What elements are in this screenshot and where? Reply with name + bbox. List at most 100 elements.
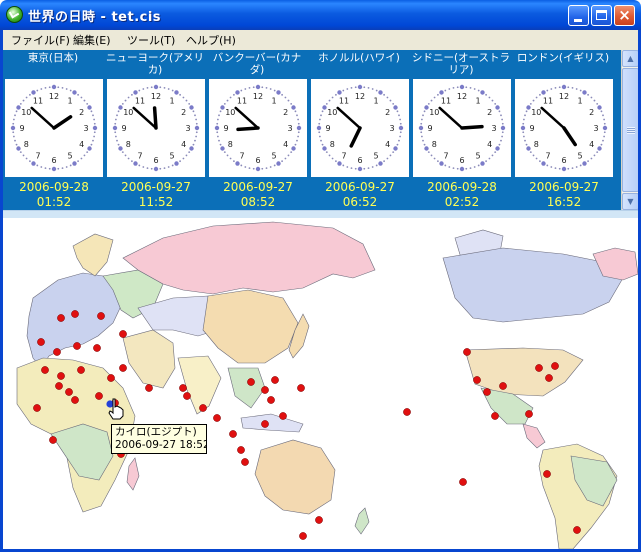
city-marker[interactable]: [183, 392, 191, 400]
city-marker[interactable]: [535, 364, 543, 372]
clock-cell[interactable]: 東京(日本) 1 2 3 4 5 6 7 8 9 10 11 12 2006-09-28 01:52: [3, 50, 103, 210]
clock-date: 2006-09-27: [223, 180, 293, 194]
city-marker[interactable]: [297, 384, 305, 392]
svg-text:12: 12: [559, 92, 569, 101]
svg-text:10: 10: [225, 108, 235, 117]
scroll-up-button[interactable]: ▲: [622, 50, 639, 67]
city-marker[interactable]: [229, 430, 237, 438]
city-marker[interactable]: [41, 366, 49, 374]
clock-cell[interactable]: ニューヨーク(アメリカ) 1 2 3 4 5 6 7 8 9 10 11 12 2006-09-27 11:…: [105, 50, 205, 210]
city-marker[interactable]: [491, 412, 499, 420]
svg-text:7: 7: [545, 152, 550, 161]
minimize-button[interactable]: [568, 5, 589, 26]
city-marker[interactable]: [49, 436, 57, 444]
city-marker[interactable]: [473, 376, 481, 384]
clock-panel-scrollbar[interactable]: ▲ ▼: [621, 50, 639, 210]
clock-cell[interactable]: ロンドン(イギリス) 1 2 3 4 5 6 7 8 9 10 11 12 2006-09-27 16:52: [513, 50, 613, 210]
svg-text:4: 4: [589, 140, 594, 149]
clock-cell[interactable]: シドニー(オーストラリア) 1 2 3 4 5 6 7 8 9 10 11 12 2006-09-28 02…: [411, 50, 511, 210]
city-marker[interactable]: [403, 408, 411, 416]
svg-text:6: 6: [153, 156, 158, 165]
svg-text:3: 3: [389, 124, 394, 133]
city-marker[interactable]: [463, 348, 471, 356]
city-marker[interactable]: [95, 392, 103, 400]
svg-text:10: 10: [21, 108, 31, 117]
city-marker[interactable]: [57, 372, 65, 380]
app-globe-icon[interactable]: [6, 6, 23, 23]
hand-cursor-icon: [108, 398, 124, 420]
city-marker[interactable]: [119, 330, 127, 338]
city-marker[interactable]: [37, 338, 45, 346]
svg-text:8: 8: [126, 140, 131, 149]
city-marker[interactable]: [545, 374, 553, 382]
svg-text:7: 7: [443, 152, 448, 161]
city-marker[interactable]: [77, 366, 85, 374]
window-frame-left: [0, 30, 3, 552]
city-marker[interactable]: [119, 364, 127, 372]
svg-text:1: 1: [271, 96, 276, 105]
city-marker[interactable]: [525, 410, 533, 418]
city-marker[interactable]: [267, 396, 275, 404]
close-button[interactable]: ×: [614, 5, 635, 26]
city-marker[interactable]: [237, 446, 245, 454]
map-region-china: [202, 289, 299, 364]
city-marker[interactable]: [107, 374, 115, 382]
scroll-thumb[interactable]: [622, 68, 639, 192]
city-marker[interactable]: [97, 312, 105, 320]
city-marker[interactable]: [57, 314, 65, 322]
world-map-canvas[interactable]: [3, 218, 638, 549]
menu-edit[interactable]: 編集(E): [73, 32, 111, 48]
city-marker[interactable]: [483, 388, 491, 396]
svg-text:8: 8: [534, 140, 539, 149]
city-marker[interactable]: [279, 412, 287, 420]
city-marker[interactable]: [299, 532, 307, 540]
city-marker[interactable]: [71, 310, 79, 318]
city-marker[interactable]: [261, 420, 269, 428]
title-bar[interactable]: 世界の日時 - tet.cis ×: [0, 0, 641, 30]
svg-text:10: 10: [327, 108, 337, 117]
svg-text:11: 11: [441, 96, 451, 105]
clock-cell[interactable]: ホノルル(ハワイ) 1 2 3 4 5 6 7 8 9 10 11 12 2006-09-27 06:52: [309, 50, 409, 210]
svg-text:1: 1: [169, 96, 174, 105]
scroll-grip-icon: [627, 127, 635, 134]
city-marker[interactable]: [179, 384, 187, 392]
city-marker[interactable]: [145, 384, 153, 392]
city-marker[interactable]: [241, 458, 249, 466]
svg-text:3: 3: [287, 124, 292, 133]
city-marker[interactable]: [93, 344, 101, 352]
city-marker[interactable]: [53, 348, 61, 356]
pane-splitter[interactable]: [3, 210, 638, 218]
clock-face-icon: 1234567891011 12: [10, 84, 98, 172]
city-marker[interactable]: [459, 478, 467, 486]
city-marker[interactable]: [499, 382, 507, 390]
clock-date: 2006-09-27: [121, 180, 191, 194]
city-marker[interactable]: [55, 382, 63, 390]
city-marker[interactable]: [271, 376, 279, 384]
city-marker[interactable]: [213, 414, 221, 422]
maximize-button[interactable]: [591, 5, 612, 26]
city-marker[interactable]: [33, 404, 41, 412]
menu-file[interactable]: ファイル(F): [11, 32, 70, 48]
svg-text:9: 9: [19, 124, 24, 133]
city-marker[interactable]: [551, 362, 559, 370]
city-marker[interactable]: [543, 470, 551, 478]
map-region-central-america: [522, 423, 546, 449]
city-marker[interactable]: [315, 516, 323, 524]
city-marker[interactable]: [573, 526, 581, 534]
city-marker[interactable]: [247, 378, 255, 386]
clock-city-name: ホノルル(ハワイ): [318, 52, 400, 64]
menu-tools[interactable]: ツール(T): [127, 32, 175, 48]
scroll-down-button[interactable]: ▼: [622, 193, 639, 210]
city-marker[interactable]: [199, 404, 207, 412]
clock-date: 2006-09-27: [325, 180, 395, 194]
clock-cell[interactable]: バンクーバー(カナダ) 1 2 3 4 5 6 7 8 9 10 11 12 2006-09-27 08:5…: [207, 50, 307, 210]
tooltip-city: カイロ(エジプト): [115, 426, 197, 438]
svg-text:4: 4: [79, 140, 84, 149]
map-region-scandinavia: [72, 233, 114, 277]
world-map[interactable]: [3, 218, 638, 549]
menu-help[interactable]: ヘルプ(H): [186, 32, 236, 48]
city-marker[interactable]: [73, 342, 81, 350]
city-marker[interactable]: [71, 396, 79, 404]
city-marker[interactable]: [261, 386, 269, 394]
city-marker[interactable]: [65, 388, 73, 396]
